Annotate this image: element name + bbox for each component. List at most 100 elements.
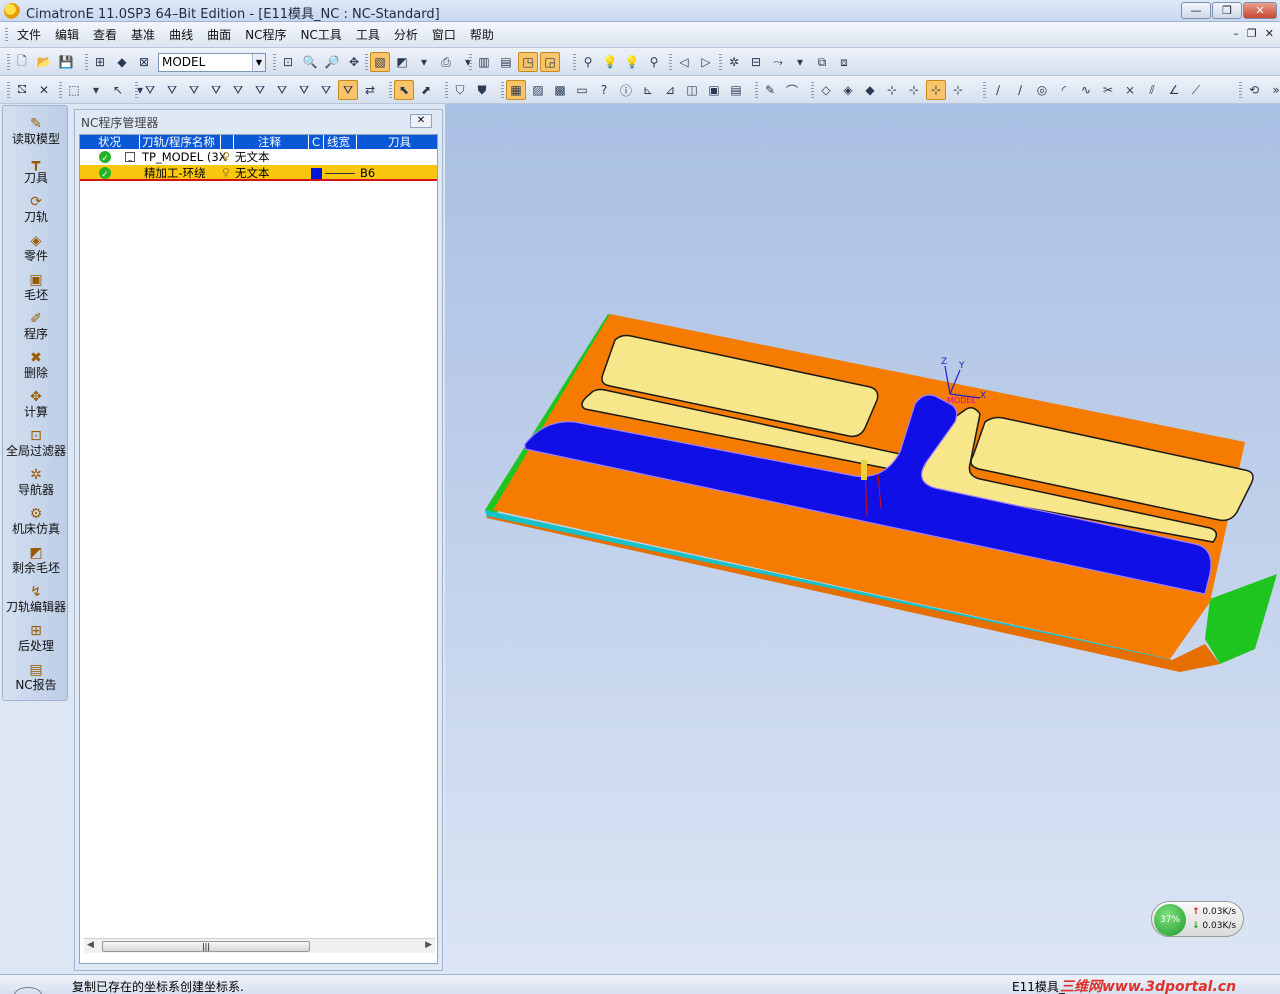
graphics-viewport[interactable]: Z Y X MODEL [445, 104, 1280, 972]
save-icon[interactable]: 💾 [56, 52, 76, 72]
menu-item[interactable]: 分析 [387, 22, 425, 48]
menu-item[interactable]: 编辑 [48, 22, 86, 48]
filter-h-icon[interactable]: ⛛ [294, 80, 314, 100]
display-d-icon[interactable]: ◲ [540, 52, 560, 72]
col-separator[interactable] [220, 135, 221, 149]
menu-item[interactable]: NC工具 [293, 22, 348, 48]
display-c-icon[interactable]: ◳ [518, 52, 538, 72]
menu-item[interactable]: NC程序 [238, 22, 293, 48]
filter-f-icon[interactable]: ⛛ [250, 80, 270, 100]
menu-item[interactable]: 窗口 [425, 22, 463, 48]
arc-icon[interactable]: ◜ [1054, 80, 1074, 100]
light-toggle-icon[interactable]: ⚲ [644, 52, 664, 72]
more-icon[interactable]: » [1266, 80, 1280, 100]
nc-command-item[interactable]: ◩ 剩余毛坯 [3, 545, 69, 575]
filter-i-icon[interactable]: ⛛ [316, 80, 336, 100]
model-combo[interactable]: MODEL ▼ [158, 52, 266, 72]
spline-icon[interactable]: ∿ [1076, 80, 1096, 100]
program-tree[interactable]: 状况 刀轨/程序名称 注释 C 线宽 刀具 ✓ – TP_MODEL (3X ♀… [79, 134, 438, 964]
plane-a-icon[interactable]: ◇ [816, 80, 836, 100]
ruler-icon[interactable]: ⊟ [746, 52, 766, 72]
bulb-icon[interactable]: ♀ [222, 165, 230, 181]
funnel-add-icon[interactable]: ⛊ [472, 80, 492, 100]
plane-b-icon[interactable]: ◈ [838, 80, 858, 100]
filter-b-icon[interactable]: ⛛ [162, 80, 182, 100]
back-icon[interactable]: ◁ [674, 52, 694, 72]
new-file-icon[interactable]: 🗋 [12, 52, 32, 72]
display-b-icon[interactable]: ▤ [496, 52, 516, 72]
swap-icon[interactable]: ⇄ [360, 80, 380, 100]
view-dropdown-icon[interactable]: ▾ [414, 52, 434, 72]
menu-item[interactable]: 文件 [10, 22, 48, 48]
col-separator[interactable] [233, 135, 234, 149]
nc-command-item[interactable]: ⟳ 刀轨 [3, 194, 69, 224]
sketch-icon[interactable]: ✎ [760, 80, 780, 100]
menu-item[interactable]: 帮助 [463, 22, 501, 48]
pick-dropdown-icon[interactable]: ▾ [86, 80, 106, 100]
shaded-icon[interactable]: ▧ [370, 52, 390, 72]
circle-icon[interactable]: ◎ [1032, 80, 1052, 100]
mdi-close-button[interactable]: ✕ [1265, 27, 1274, 40]
nc-command-item[interactable]: ✥ 计算 [3, 389, 69, 419]
menu-item[interactable]: 基准 [124, 22, 162, 48]
line-b-icon[interactable]: ∕ [1010, 80, 1030, 100]
filter-j-icon[interactable]: ⛛ [338, 80, 358, 100]
bulb-icon[interactable]: ♀ [222, 149, 230, 165]
filter-d-icon[interactable]: ⛛ [206, 80, 226, 100]
col-name[interactable]: 刀轨/程序名称 [142, 135, 215, 149]
filter-c-icon[interactable]: ⛛ [184, 80, 204, 100]
filter-g-icon[interactable]: ⛛ [272, 80, 292, 100]
col-separator[interactable] [139, 135, 140, 149]
network-icon[interactable]: ✲ [724, 52, 744, 72]
grid-b-icon[interactable]: ▤ [726, 80, 746, 100]
pan-icon[interactable]: ✥ [344, 52, 364, 72]
props-d-icon[interactable]: ▭ [572, 80, 592, 100]
col-separator[interactable] [323, 135, 324, 149]
col-linewidth[interactable]: 线宽 [327, 135, 350, 149]
nc-command-item[interactable]: ▤ NC报告 [3, 662, 69, 692]
ucs-b-icon[interactable]: ⊹ [904, 80, 924, 100]
box-icon[interactable]: ◫ [682, 80, 702, 100]
filter-e-icon[interactable]: ⛛ [228, 80, 248, 100]
open-folder-icon[interactable]: 📂 [34, 52, 54, 72]
break-icon[interactable]: ⨯ [1120, 80, 1140, 100]
nc-command-item[interactable]: ⊡ 全局过滤器 [3, 428, 69, 458]
deselect-icon[interactable]: ✕ [34, 80, 54, 100]
angle-icon[interactable]: ∠ [1164, 80, 1184, 100]
maximize-button[interactable]: ❐ [1212, 2, 1242, 19]
col-separator[interactable] [356, 135, 357, 149]
scroll-thumb[interactable]: ||| [102, 941, 310, 952]
help-icon[interactable]: ? [594, 80, 614, 100]
pick-edge-icon[interactable]: ⬈ [416, 80, 436, 100]
measure-icon[interactable]: ⊾ [638, 80, 658, 100]
tree-row-toolpath[interactable]: ✓ – TP_MODEL (3X ♀ 无文本 [80, 149, 437, 166]
pick-face-icon[interactable]: ⬉ [394, 80, 414, 100]
horizontal-scrollbar[interactable]: ◀ ||| ▶ [84, 938, 435, 953]
props-b-icon[interactable]: ▨ [528, 80, 548, 100]
menu-grip[interactable] [5, 28, 8, 42]
menu-item[interactable]: 曲面 [200, 22, 238, 48]
pointer-icon[interactable]: ↖ [108, 80, 128, 100]
trim-icon[interactable]: ✂ [1098, 80, 1118, 100]
nc-command-item[interactable]: ◈ 零件 [3, 233, 69, 263]
props-c-icon[interactable]: ▩ [550, 80, 570, 100]
menu-item[interactable]: 曲线 [162, 22, 200, 48]
copy-icon[interactable]: ⧉ [812, 52, 832, 72]
model-scene[interactable]: Z Y X MODEL [445, 104, 1280, 972]
info-icon[interactable]: ⓘ [616, 80, 636, 100]
col-comment[interactable]: 注释 [258, 135, 281, 149]
bulb-icon[interactable]: 💡 [600, 52, 620, 72]
props-a-icon[interactable]: ▦ [506, 80, 526, 100]
mdi-restore-button[interactable]: ❐ [1247, 27, 1257, 40]
collapse-icon[interactable]: – [125, 152, 135, 166]
ucs-a-icon[interactable]: ⊹ [882, 80, 902, 100]
nc-command-item[interactable]: ✎ 读取模型 [3, 116, 69, 146]
ucs-copy-icon[interactable]: ⊹ [926, 80, 946, 100]
scroll-left-icon[interactable]: ◀ [87, 940, 94, 950]
funnel-icon[interactable]: ⛉ [450, 80, 470, 100]
nc-command-item[interactable]: ✖ 删除 [3, 350, 69, 380]
nc-command-item[interactable]: ▣ 毛坯 [3, 272, 69, 302]
display-a-icon[interactable]: ▥ [474, 52, 494, 72]
tree-row-procedure[interactable]: ✓ 精加工-环绕 ♀ 无文本 B6 [80, 165, 437, 181]
model-tree-icon[interactable]: ⊞ [90, 52, 110, 72]
